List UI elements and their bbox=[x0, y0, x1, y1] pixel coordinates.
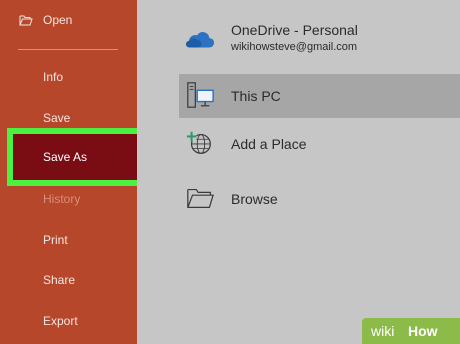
sidebar-item-label: Info bbox=[43, 70, 64, 84]
sidebar-item-share[interactable]: Share bbox=[0, 260, 137, 300]
sidebar-item-label: Export bbox=[43, 314, 78, 328]
sidebar-divider bbox=[18, 49, 118, 50]
location-title: This PC bbox=[231, 88, 281, 104]
watermark-how: How bbox=[408, 323, 438, 339]
watermark-wiki: wiki bbox=[371, 323, 395, 339]
sidebar-item-save-as[interactable]: Save As bbox=[7, 128, 145, 186]
location-title: Add a Place bbox=[231, 136, 307, 152]
location-subtitle: wikihowsteve@gmail.com bbox=[231, 41, 358, 53]
cloud-icon bbox=[185, 32, 215, 48]
location-title: Browse bbox=[231, 191, 278, 207]
open-folder-icon bbox=[19, 15, 33, 26]
location-add-place[interactable]: Add a Place bbox=[179, 122, 460, 166]
sidebar-item-info[interactable]: Info bbox=[0, 57, 137, 97]
location-browse[interactable]: Browse bbox=[179, 177, 460, 221]
computer-icon bbox=[187, 82, 214, 108]
sidebar-item-label: Print bbox=[43, 233, 68, 247]
save-locations-panel: OneDrive - Personal wikihowsteve@gmail.c… bbox=[137, 0, 460, 344]
sidebar-item-label: Share bbox=[43, 273, 76, 287]
sidebar-item-open[interactable]: Open bbox=[0, 0, 137, 40]
add-globe-icon bbox=[186, 131, 211, 154]
folder-icon bbox=[187, 188, 214, 208]
location-title: OneDrive - Personal bbox=[231, 22, 358, 38]
location-this-pc[interactable]: This PC bbox=[179, 74, 460, 118]
sidebar-item-label: Save As bbox=[43, 150, 88, 164]
sidebar-item-print[interactable]: Print bbox=[0, 220, 137, 260]
sidebar-item-label: Open bbox=[43, 13, 73, 27]
sidebar-item-export[interactable]: Export bbox=[0, 301, 137, 341]
location-onedrive[interactable]: OneDrive - Personal wikihowsteve@gmail.c… bbox=[179, 20, 460, 60]
wikihow-watermark: wiki How bbox=[362, 318, 460, 344]
